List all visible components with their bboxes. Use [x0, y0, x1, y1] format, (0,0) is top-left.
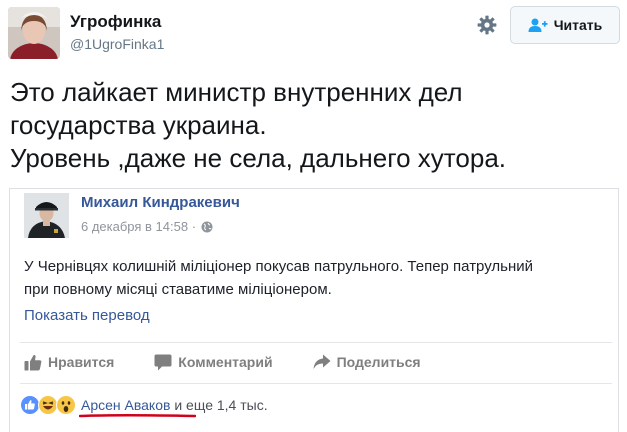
gear-icon[interactable]	[475, 13, 499, 37]
share-button[interactable]: Поделиться	[313, 354, 421, 370]
author-handle[interactable]: @1UgroFinka1	[70, 36, 164, 52]
reacting-person-link[interactable]: Арсен Аваков	[81, 397, 170, 413]
wow-reaction-icon	[56, 395, 76, 415]
follow-button[interactable]: Читать	[510, 6, 620, 44]
author-avatar[interactable]	[8, 7, 60, 59]
comment-label: Комментарий	[178, 354, 273, 370]
tweet-text-line: Уровень ,даже не села, дальнего хутора.	[10, 143, 507, 173]
divider	[20, 383, 612, 384]
author-name[interactable]: Угрофинка	[70, 12, 161, 32]
fb-post-text-line: У Чернівцях колишній міліціонер покусав …	[24, 258, 534, 275]
tweet-text: Это лайкает министр внутренних дел госуд…	[10, 76, 620, 175]
thumbs-up-icon	[24, 354, 42, 371]
fb-date-text: 6 декабря в 14:58 ·	[81, 219, 197, 234]
divider	[20, 342, 612, 343]
like-reaction-icon	[20, 395, 40, 415]
like-label: Нравится	[48, 354, 115, 370]
share-icon	[313, 354, 331, 370]
fb-post-text-line: при повному місяці ставатиме міліціонеро…	[24, 281, 332, 298]
reactions-text: Арсен Аваков и еще 1,4 тыс.	[81, 397, 268, 413]
red-underline-annotation	[79, 414, 196, 418]
like-button[interactable]: Нравится	[24, 354, 114, 371]
reactions-rest: и еще 1,4 тыс.	[170, 397, 268, 413]
globe-icon	[201, 221, 213, 233]
share-label: Поделиться	[336, 354, 421, 370]
fb-author-name[interactable]: Михаил Киндракевич	[81, 194, 240, 211]
tweet-text-line: Это лайкает министр внутренних дел	[10, 77, 463, 107]
fb-author-avatar[interactable]	[24, 193, 69, 238]
translate-link[interactable]: Показать перевод	[24, 307, 150, 324]
reaction-icons	[20, 395, 76, 415]
haha-reaction-icon	[38, 395, 58, 415]
tweet-text-line: государства украина.	[10, 110, 267, 140]
fb-action-bar: Нравится Комментарий Поделиться	[24, 351, 461, 373]
follow-label: Читать	[553, 17, 603, 33]
comment-button[interactable]: Комментарий	[154, 354, 273, 371]
fb-post-text: У Чернівцях колишній міліціонер покусав …	[24, 255, 616, 301]
fb-post-date[interactable]: 6 декабря в 14:58 ·	[81, 219, 213, 234]
comment-icon	[154, 354, 172, 371]
add-user-icon	[528, 17, 548, 33]
